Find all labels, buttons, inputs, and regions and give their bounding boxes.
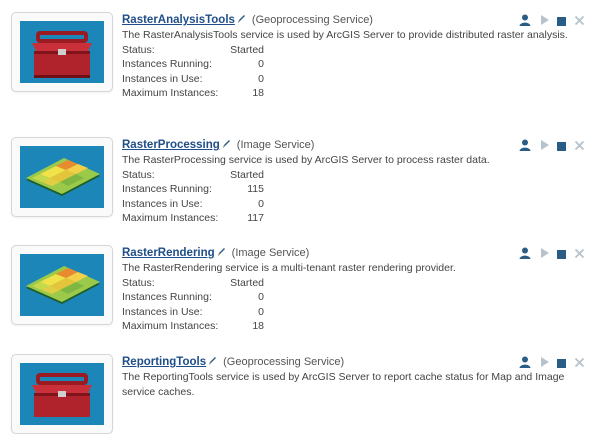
service-thumbnail[interactable] xyxy=(11,137,113,217)
edit-pencil-icon[interactable] xyxy=(208,355,217,371)
delete-x-icon[interactable] xyxy=(574,13,585,31)
maximum-instances-label: Maximum Instances: xyxy=(122,320,219,332)
instances-running-value: 0 xyxy=(258,291,264,303)
instances-in-use-label: Instances in Use: xyxy=(122,72,203,85)
service-type: (Geoprocessing Service) xyxy=(251,14,373,26)
status-label: Status: xyxy=(122,276,155,289)
service-item-reportingtools: ReportingTools (Geoprocessing Service) Th… xyxy=(0,354,600,434)
instances-in-use-value: 0 xyxy=(258,305,264,318)
service-type: (Image Service) xyxy=(231,247,310,259)
maximum-instances-label: Maximum Instances: xyxy=(122,212,219,224)
service-type: (Geoprocessing Service) xyxy=(223,356,345,368)
delete-x-icon[interactable] xyxy=(574,138,585,156)
toolbox-icon xyxy=(20,21,104,83)
service-thumbnail[interactable] xyxy=(11,354,113,434)
service-actions xyxy=(519,355,589,369)
maximum-instances-value: 117 xyxy=(247,212,264,224)
service-actions xyxy=(519,138,589,152)
instances-running-label: Instances Running: xyxy=(122,58,212,70)
instances-in-use-label: Instances in Use: xyxy=(122,305,203,318)
stop-square-icon[interactable] xyxy=(557,356,567,374)
instances-in-use-value: 0 xyxy=(258,72,264,85)
service-item-rasterprocessing: RasterProcessing (Image Service) The Rast… xyxy=(0,137,600,247)
service-thumbnail[interactable] xyxy=(11,245,113,325)
start-play-icon[interactable] xyxy=(540,246,550,264)
service-thumbnail[interactable] xyxy=(11,12,113,92)
start-play-icon[interactable] xyxy=(540,355,550,373)
permissions-user-icon[interactable] xyxy=(519,138,531,156)
service-name-link[interactable]: RasterRendering xyxy=(122,247,215,259)
stop-square-icon[interactable] xyxy=(557,139,567,157)
status-value: Started xyxy=(230,43,264,56)
status-value: Started xyxy=(230,276,264,289)
service-item-rasterrendering: RasterRendering (Image Service) The Raste… xyxy=(0,245,600,355)
edit-pencil-icon[interactable] xyxy=(237,13,246,29)
permissions-user-icon[interactable] xyxy=(519,355,531,373)
permissions-user-icon[interactable] xyxy=(519,13,531,31)
instances-running-value: 0 xyxy=(258,58,264,70)
start-play-icon[interactable] xyxy=(540,13,550,31)
service-actions xyxy=(519,13,589,27)
toolbox-icon xyxy=(20,363,104,425)
maximum-instances-value: 18 xyxy=(252,320,264,332)
maximum-instances-label: Maximum Instances: xyxy=(122,87,219,99)
status-label: Status: xyxy=(122,168,155,181)
maximum-instances-value: 18 xyxy=(252,87,264,99)
stop-square-icon[interactable] xyxy=(557,247,567,265)
instances-running-label: Instances Running: xyxy=(122,183,212,195)
service-name-link[interactable]: RasterAnalysisTools xyxy=(122,14,235,26)
service-item-rasteranalysistools: RasterAnalysisTools (Geoprocessing Servic… xyxy=(0,12,600,122)
service-actions xyxy=(519,246,589,260)
instances-running-value: 115 xyxy=(247,183,264,195)
instances-in-use-label: Instances in Use: xyxy=(122,197,203,210)
status-label: Status: xyxy=(122,43,155,56)
permissions-user-icon[interactable] xyxy=(519,246,531,264)
delete-x-icon[interactable] xyxy=(574,246,585,264)
service-description: The ReportingTools service is used by Ar… xyxy=(122,371,565,398)
instances-running-label: Instances Running: xyxy=(122,291,212,303)
delete-x-icon[interactable] xyxy=(574,355,585,373)
edit-pencil-icon[interactable] xyxy=(222,138,231,154)
raster-map-icon xyxy=(20,254,104,316)
service-type: (Image Service) xyxy=(236,139,315,151)
stop-square-icon[interactable] xyxy=(557,14,567,32)
instances-in-use-value: 0 xyxy=(258,197,264,210)
status-value: Started xyxy=(230,168,264,181)
edit-pencil-icon[interactable] xyxy=(217,246,226,262)
raster-map-icon xyxy=(20,146,104,208)
start-play-icon[interactable] xyxy=(540,138,550,156)
service-name-link[interactable]: RasterProcessing xyxy=(122,139,220,151)
service-name-link[interactable]: ReportingTools xyxy=(122,356,206,368)
